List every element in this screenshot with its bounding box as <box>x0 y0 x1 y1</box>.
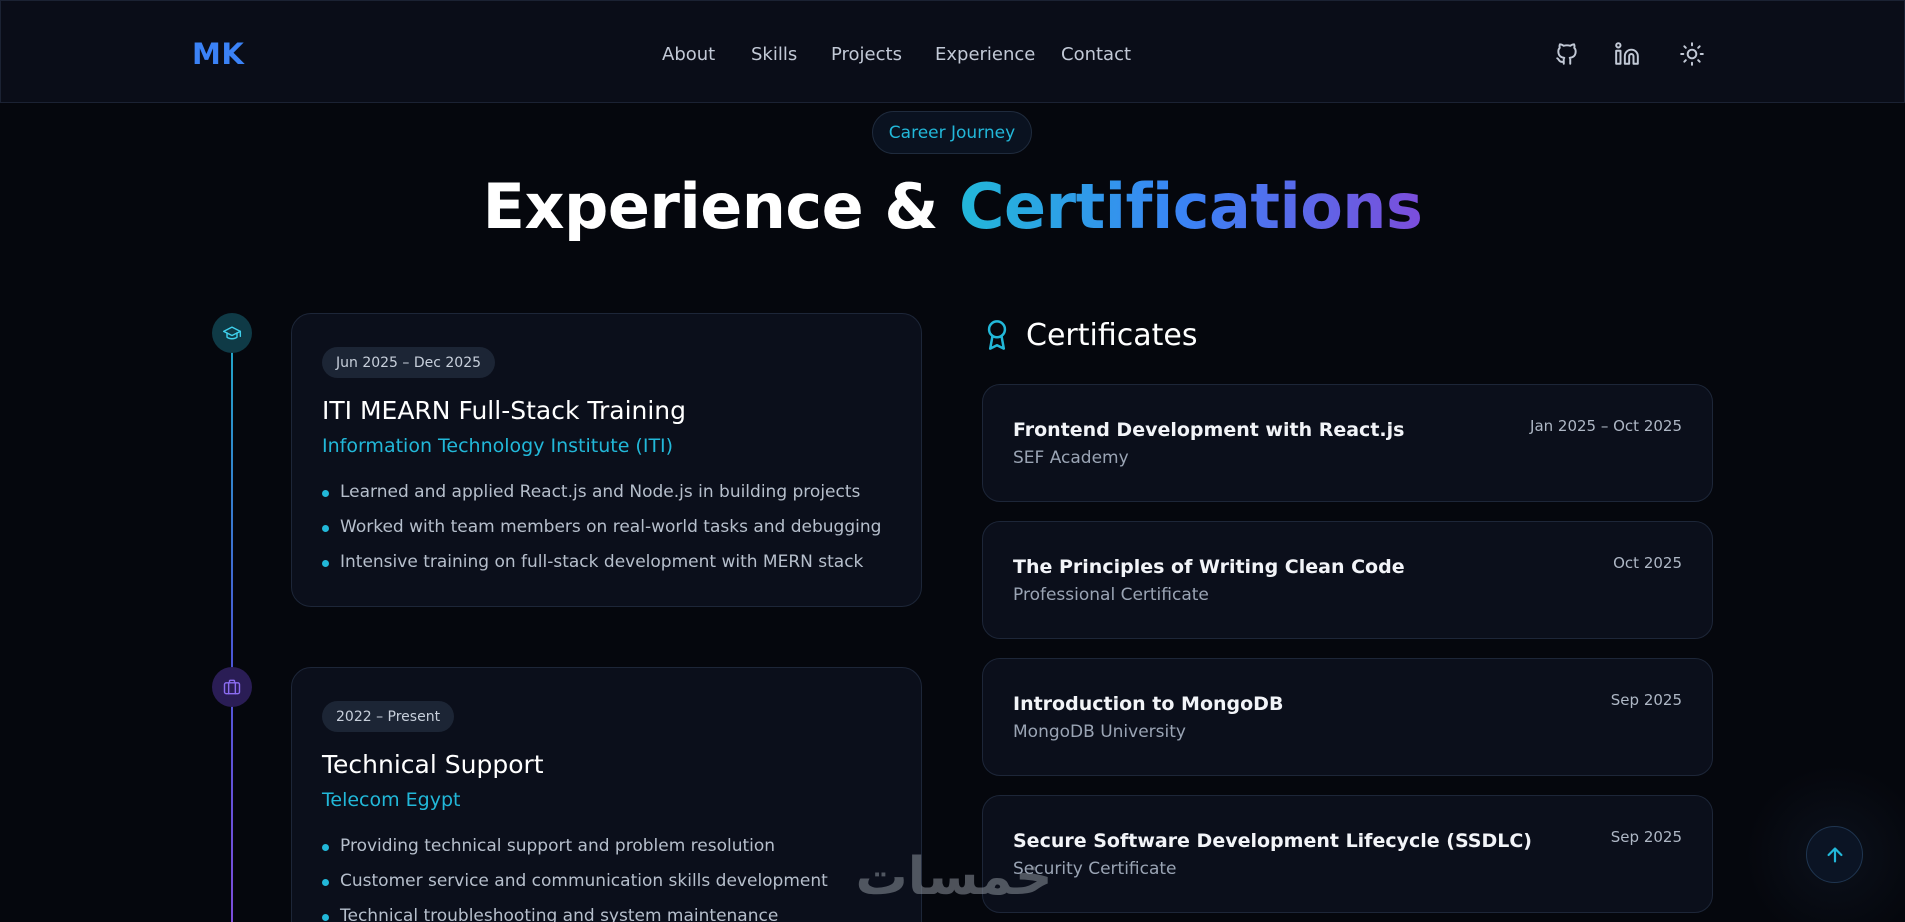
certificate-date: Sep 2025 <box>1610 828 1682 846</box>
experience-points: Providing technical support and problem … <box>322 836 828 922</box>
list-item: Worked with team members on real-world t… <box>322 517 881 552</box>
point-text: Learned and applied React.js and Node.js… <box>340 482 861 502</box>
date-badge: 2022 – Present <box>322 701 455 732</box>
briefcase-icon <box>212 667 252 707</box>
nav-link-about[interactable]: About <box>662 44 715 65</box>
certificate-date: Oct 2025 <box>1613 554 1682 572</box>
point-text: Providing technical support and problem … <box>340 836 776 856</box>
point-text: Technical troubleshooting and system mai… <box>340 906 779 922</box>
bullet-dot <box>322 560 329 567</box>
list-item: Customer service and communication skill… <box>322 871 828 906</box>
nav-link-contact[interactable]: Contact <box>1061 44 1131 65</box>
list-item: Learned and applied React.js and Node.js… <box>322 482 881 517</box>
certificate-name: Secure Software Development Lifecycle (S… <box>1013 830 1532 852</box>
section-badge: Career Journey <box>872 111 1032 154</box>
experience-org: Information Technology Institute (ITI) <box>322 435 674 457</box>
graduation-cap-icon <box>212 313 252 353</box>
bullet-dot <box>322 844 329 851</box>
certificate-card: The Principles of Writing Clean Code Pro… <box>982 521 1713 639</box>
point-text: Customer service and communication skill… <box>340 871 828 891</box>
experience-card: 2022 – Present Technical Support Telecom… <box>291 667 922 922</box>
arrow-up-icon <box>1826 846 1843 863</box>
experience-title: ITI MEARN Full-Stack Training <box>322 396 687 425</box>
certificate-card: Introduction to MongoDB MongoDB Universi… <box>982 658 1713 776</box>
site-logo[interactable]: MK <box>192 37 244 71</box>
certificate-issuer: MongoDB University <box>1013 722 1186 742</box>
certificate-name: Frontend Development with React.js <box>1013 419 1405 441</box>
sun-icon[interactable] <box>1678 40 1706 68</box>
certificate-name: The Principles of Writing Clean Code <box>1013 556 1405 578</box>
list-item: Intensive training on full-stack develop… <box>322 552 881 587</box>
bullet-dot <box>322 490 329 497</box>
timeline-line <box>231 330 233 922</box>
experience-title: Technical Support <box>322 750 544 779</box>
watermark-logo: خمسات <box>855 848 1052 907</box>
experience-org: Telecom Egypt <box>322 789 461 811</box>
nav-link-experience[interactable]: Experience <box>935 44 1035 65</box>
certificate-issuer: Professional Certificate <box>1013 585 1209 605</box>
point-text: Worked with team members on real-world t… <box>340 517 882 537</box>
certificate-date: Sep 2025 <box>1610 691 1682 709</box>
nav-link-projects[interactable]: Projects <box>831 44 902 65</box>
list-item: Technical troubleshooting and system mai… <box>322 906 828 922</box>
linkedin-icon[interactable] <box>1613 40 1641 68</box>
certificates-title: Certificates <box>1026 318 1198 353</box>
point-text: Intensive training on full-stack develop… <box>340 552 864 572</box>
date-badge: Jun 2025 – Dec 2025 <box>322 347 496 378</box>
certificate-issuer: SEF Academy <box>1013 448 1129 468</box>
certificate-card: Secure Software Development Lifecycle (S… <box>982 795 1713 913</box>
list-item: Providing technical support and problem … <box>322 836 828 871</box>
certificate-name: Introduction to MongoDB <box>1013 693 1284 715</box>
github-icon[interactable] <box>1553 40 1581 68</box>
bullet-dot <box>322 879 329 886</box>
back-to-top-button[interactable] <box>1806 826 1863 883</box>
award-icon <box>987 320 1007 350</box>
certificate-card: Frontend Development with React.js SEF A… <box>982 384 1713 502</box>
section-title-plain: Experience & <box>482 170 959 243</box>
section-title-accent: Certifications <box>958 170 1423 243</box>
nav-link-skills[interactable]: Skills <box>751 44 797 65</box>
watermark-text: خمسات <box>855 848 1052 907</box>
experience-card: Jun 2025 – Dec 2025 ITI MEARN Full-Stack… <box>291 313 922 607</box>
experience-points: Learned and applied React.js and Node.js… <box>322 482 881 587</box>
bullet-dot <box>322 525 329 532</box>
bullet-dot <box>322 914 329 921</box>
section-title: Experience & Certifications <box>0 170 1905 243</box>
certificate-date: Jan 2025 – Oct 2025 <box>1530 417 1682 435</box>
top-navbar: MK About Skills Projects Experience Cont… <box>0 0 1905 103</box>
